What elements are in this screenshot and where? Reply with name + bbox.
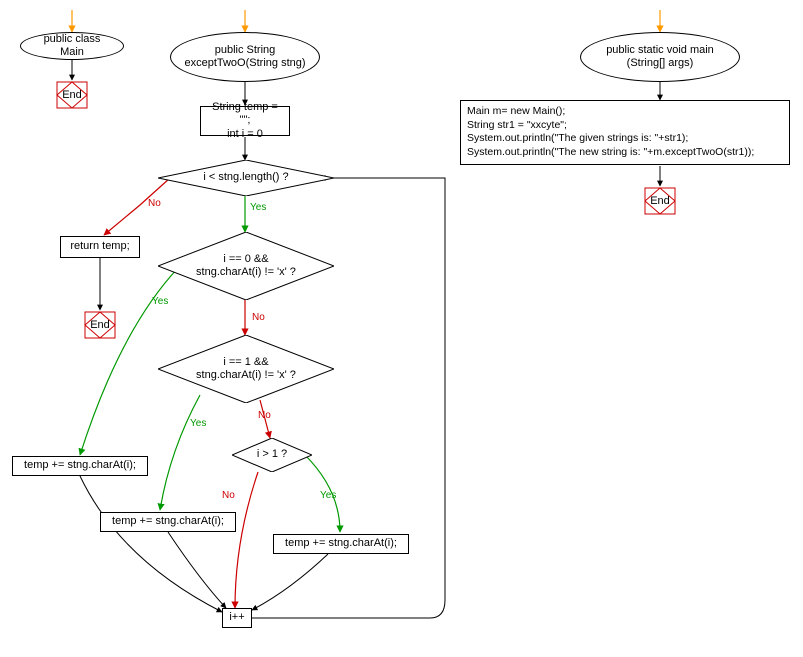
inc-text: i++ xyxy=(229,611,244,624)
main-method-ellipse: public static void main (String[] args) xyxy=(580,32,740,82)
temp1-text: temp += stng.charAt(i); xyxy=(24,459,136,472)
temp2-text: temp += stng.charAt(i); xyxy=(112,515,224,528)
method-except-ellipse: public String exceptTwoO(String stng) xyxy=(170,32,320,82)
cond-len-text: i < stng.length() ? xyxy=(203,171,288,184)
cond-gt1-text: i > 1 ? xyxy=(257,448,287,461)
label-no: No xyxy=(258,410,271,421)
class-main-text: public class Main xyxy=(33,33,111,59)
label-no: No xyxy=(252,312,265,323)
end-node-main: End xyxy=(640,186,680,216)
label-no: No xyxy=(222,490,235,501)
return-temp-rect: return temp; xyxy=(60,236,140,258)
main-code-box: Main m= new Main(); String str1 = "xxcyt… xyxy=(460,100,790,165)
flow-edges xyxy=(0,0,803,657)
label-yes: Yes xyxy=(190,418,206,429)
end-node-return: End xyxy=(80,310,120,340)
init-rect: String temp = ""; int i = 0 xyxy=(200,106,290,136)
cond-gt1-diamond: i > 1 ? xyxy=(232,438,312,472)
end-text: End xyxy=(640,186,680,216)
end-text: End xyxy=(52,80,92,110)
end-text: End xyxy=(80,310,120,340)
inc-rect: i++ xyxy=(222,608,252,628)
end-node-left: End xyxy=(52,80,92,110)
main-method-text: public static void main (String[] args) xyxy=(606,44,714,70)
cond0-text: i == 0 && stng.charAt(i) != 'x' ? xyxy=(196,253,296,279)
temp3-text: temp += stng.charAt(i); xyxy=(285,537,397,550)
label-no: No xyxy=(148,198,161,209)
cond-len-diamond: i < stng.length() ? xyxy=(158,160,334,196)
label-yes: Yes xyxy=(152,296,168,307)
return-temp-text: return temp; xyxy=(70,240,129,253)
label-yes: Yes xyxy=(250,202,266,213)
main-code-text: Main m= new Main(); String str1 = "xxcyt… xyxy=(467,105,754,158)
method-except-text: public String exceptTwoO(String stng) xyxy=(184,44,305,70)
temp3-rect: temp += stng.charAt(i); xyxy=(273,534,409,554)
label-yes: Yes xyxy=(320,490,336,501)
cond0-diamond: i == 0 && stng.charAt(i) != 'x' ? xyxy=(158,232,334,300)
cond1-diamond: i == 1 && stng.charAt(i) != 'x' ? xyxy=(158,335,334,403)
init-text: String temp = ""; int i = 0 xyxy=(207,101,283,141)
class-main-ellipse: public class Main xyxy=(20,32,124,60)
temp1-rect: temp += stng.charAt(i); xyxy=(12,456,148,476)
temp2-rect: temp += stng.charAt(i); xyxy=(100,512,236,532)
cond1-text: i == 1 && stng.charAt(i) != 'x' ? xyxy=(196,356,296,382)
